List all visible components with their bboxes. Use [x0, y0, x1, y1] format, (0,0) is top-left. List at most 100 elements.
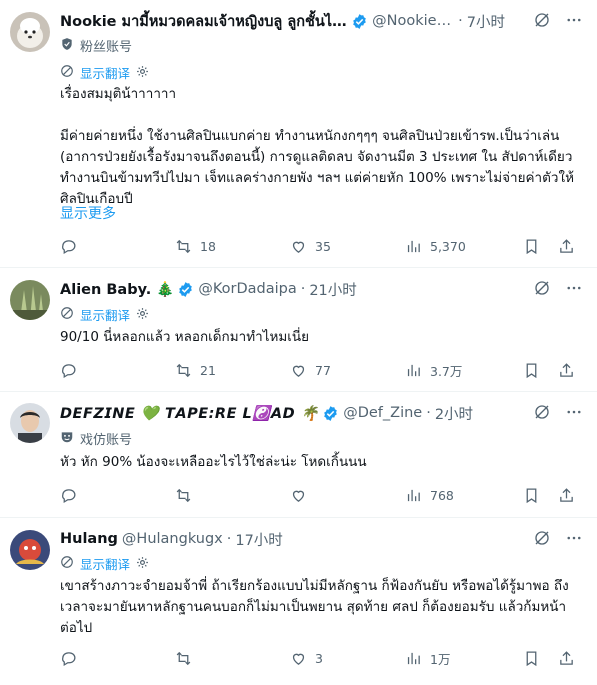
share-button[interactable]: [558, 487, 575, 504]
show-translation[interactable]: 显示翻译: [60, 554, 149, 573]
tweet-actions: 21 77 3.7万: [60, 360, 575, 380]
retweet-button[interactable]: [175, 487, 290, 504]
more-options-icon[interactable]: [565, 529, 583, 551]
grok-icon[interactable]: [533, 403, 551, 425]
verified-badge-icon: [177, 281, 194, 298]
header-icons: [533, 529, 583, 551]
tweet-actions: 3 1万: [60, 648, 575, 668]
bookmark-button[interactable]: [523, 238, 540, 255]
user-handle[interactable]: @Nookie_1...: [372, 13, 454, 29]
retweet-button[interactable]: [175, 650, 290, 667]
timestamp[interactable]: 7小时: [467, 11, 505, 32]
show-translation-label[interactable]: 显示翻译: [80, 63, 130, 82]
share-icon: [560, 362, 573, 377]
user-handle[interactable]: @Def_Zine: [343, 405, 422, 421]
avatar[interactable]: [10, 530, 50, 570]
tweet-text-line: เขาสร้างภาวะจำยอมจ้าพี่ ถ้าเรียกร้องแบบไ…: [60, 578, 569, 636]
share-icon: [560, 238, 573, 253]
gear-icon[interactable]: [136, 556, 149, 572]
tweet-card[interactable]: Hulang @Hulangkugx · 17小时 显示翻译 เขาสร้างภ…: [0, 518, 597, 685]
reply-button[interactable]: [60, 650, 175, 667]
view-count: 768: [430, 487, 454, 503]
views-icon: [407, 364, 420, 376]
views-button[interactable]: 1万: [405, 649, 515, 668]
show-translation[interactable]: 显示翻译: [60, 63, 149, 82]
avatar[interactable]: [10, 403, 50, 443]
more-options-icon[interactable]: [565, 11, 583, 33]
display-name[interactable]: Nookie มามี้หมวดคลมเจ้าหญิงบลู ลูกชั้นไม…: [60, 10, 348, 33]
bookmark-icon: [526, 487, 537, 503]
tweet-card[interactable]: 𝘿𝙀𝙁𝙕𝙄𝙉𝙀 💚 𝙏𝘼𝙋𝙀:𝙍𝙀 𝙇☯️𝘼𝘿 🌴 @Def_Zine · 2小…: [0, 392, 597, 518]
grok-icon[interactable]: [533, 11, 551, 33]
share-button[interactable]: [558, 650, 575, 667]
reply-button[interactable]: [60, 238, 175, 255]
like-button[interactable]: 3: [290, 650, 405, 667]
share-button[interactable]: [558, 238, 575, 255]
reply-button[interactable]: [60, 362, 175, 379]
timestamp[interactable]: 17小时: [235, 529, 282, 550]
show-translation-label[interactable]: 显示翻译: [80, 554, 130, 573]
grok-icon[interactable]: [533, 529, 551, 551]
like-button[interactable]: 35: [290, 238, 405, 255]
show-translation[interactable]: 显示翻译: [60, 305, 149, 324]
account-label: 戏仿账号: [60, 429, 132, 448]
like-count: 77: [315, 362, 331, 378]
gear-icon[interactable]: [136, 65, 149, 81]
share-button[interactable]: [558, 362, 575, 379]
more-options-icon[interactable]: [565, 403, 583, 425]
like-count: 35: [315, 238, 331, 254]
timestamp[interactable]: 21小时: [309, 279, 356, 300]
display-name[interactable]: Alien Baby. 🎄: [60, 281, 174, 298]
like-button[interactable]: [290, 487, 405, 504]
reply-icon: [62, 651, 76, 666]
retweet-button[interactable]: 21: [175, 362, 290, 379]
timestamp[interactable]: 2小时: [435, 403, 473, 424]
retweet-icon: [176, 239, 191, 253]
translate-icon: [60, 555, 74, 572]
views-button[interactable]: 5,370: [405, 238, 515, 255]
bookmark-button[interactable]: [523, 487, 540, 504]
separator-dot: ·: [458, 13, 463, 29]
display-name[interactable]: 𝘿𝙀𝙁𝙕𝙄𝙉𝙀 💚 𝙏𝘼𝙋𝙀:𝙍𝙀 𝙇☯️𝘼𝘿 🌴: [60, 405, 319, 422]
retweet-button[interactable]: 18: [175, 238, 290, 255]
views-button[interactable]: 768: [405, 487, 515, 504]
views-icon: [407, 489, 420, 501]
show-more-link[interactable]: 显示更多: [60, 203, 116, 223]
reply-button[interactable]: [60, 487, 175, 504]
verified-badge-icon: [322, 405, 339, 422]
tweet-text: เขาสร้างภาวะจำยอมจ้าพี่ ถ้าเรียกร้องแบบไ…: [60, 576, 579, 639]
bookmark-icon: [526, 238, 537, 254]
account-label-text: 戏仿账号: [80, 433, 133, 448]
views-button[interactable]: 3.7万: [405, 361, 515, 380]
reply-icon: [62, 239, 76, 254]
bookmark-button[interactable]: [523, 362, 540, 379]
tweet-text: เรื่องสมมุติน้าาาาาา มีค่ายค่ายหนึ่ง ใช้…: [60, 84, 579, 210]
gear-icon[interactable]: [136, 307, 149, 323]
tweet-text-line: 90/10 นี่หลอกแล้ว หลอกเด็กมาทำไหมเนี่ย: [60, 329, 310, 345]
account-label: 粉丝账号: [60, 36, 132, 55]
retweet-count: 18: [200, 238, 216, 254]
account-label-text: 粉丝账号: [80, 40, 133, 55]
heart-icon: [292, 365, 305, 377]
verified-badge-icon: [351, 13, 368, 30]
retweet-icon: [176, 363, 191, 377]
tweet-card[interactable]: Alien Baby. 🎄 @KorDadaipa · 21小时 显示翻译 90…: [0, 268, 597, 392]
avatar[interactable]: [10, 280, 50, 320]
more-options-icon[interactable]: [565, 279, 583, 301]
display-name[interactable]: Hulang: [60, 531, 118, 547]
views-icon: [407, 652, 420, 664]
view-count: 3.7万: [430, 363, 463, 379]
tweet-text: 90/10 นี่หลอกแล้ว หลอกเด็กมาทำไหมเนี่ย: [60, 327, 579, 348]
tweet-header: Alien Baby. 🎄 @KorDadaipa · 21小时: [60, 279, 505, 299]
translate-icon: [60, 306, 74, 323]
tweet-card[interactable]: Nookie มามี้หมวดคลมเจ้าหญิงบลู ลูกชั้นไม…: [0, 0, 597, 268]
show-translation-label[interactable]: 显示翻译: [80, 305, 130, 324]
tweet-actions: 18 35 5,370: [60, 236, 575, 256]
user-handle[interactable]: @KorDadaipa: [198, 281, 296, 297]
bookmark-button[interactable]: [523, 650, 540, 667]
grok-icon[interactable]: [533, 279, 551, 301]
user-handle[interactable]: @Hulangkugx: [122, 531, 223, 547]
header-icons: [533, 403, 583, 425]
avatar[interactable]: [10, 12, 50, 52]
like-button[interactable]: 77: [290, 362, 405, 379]
